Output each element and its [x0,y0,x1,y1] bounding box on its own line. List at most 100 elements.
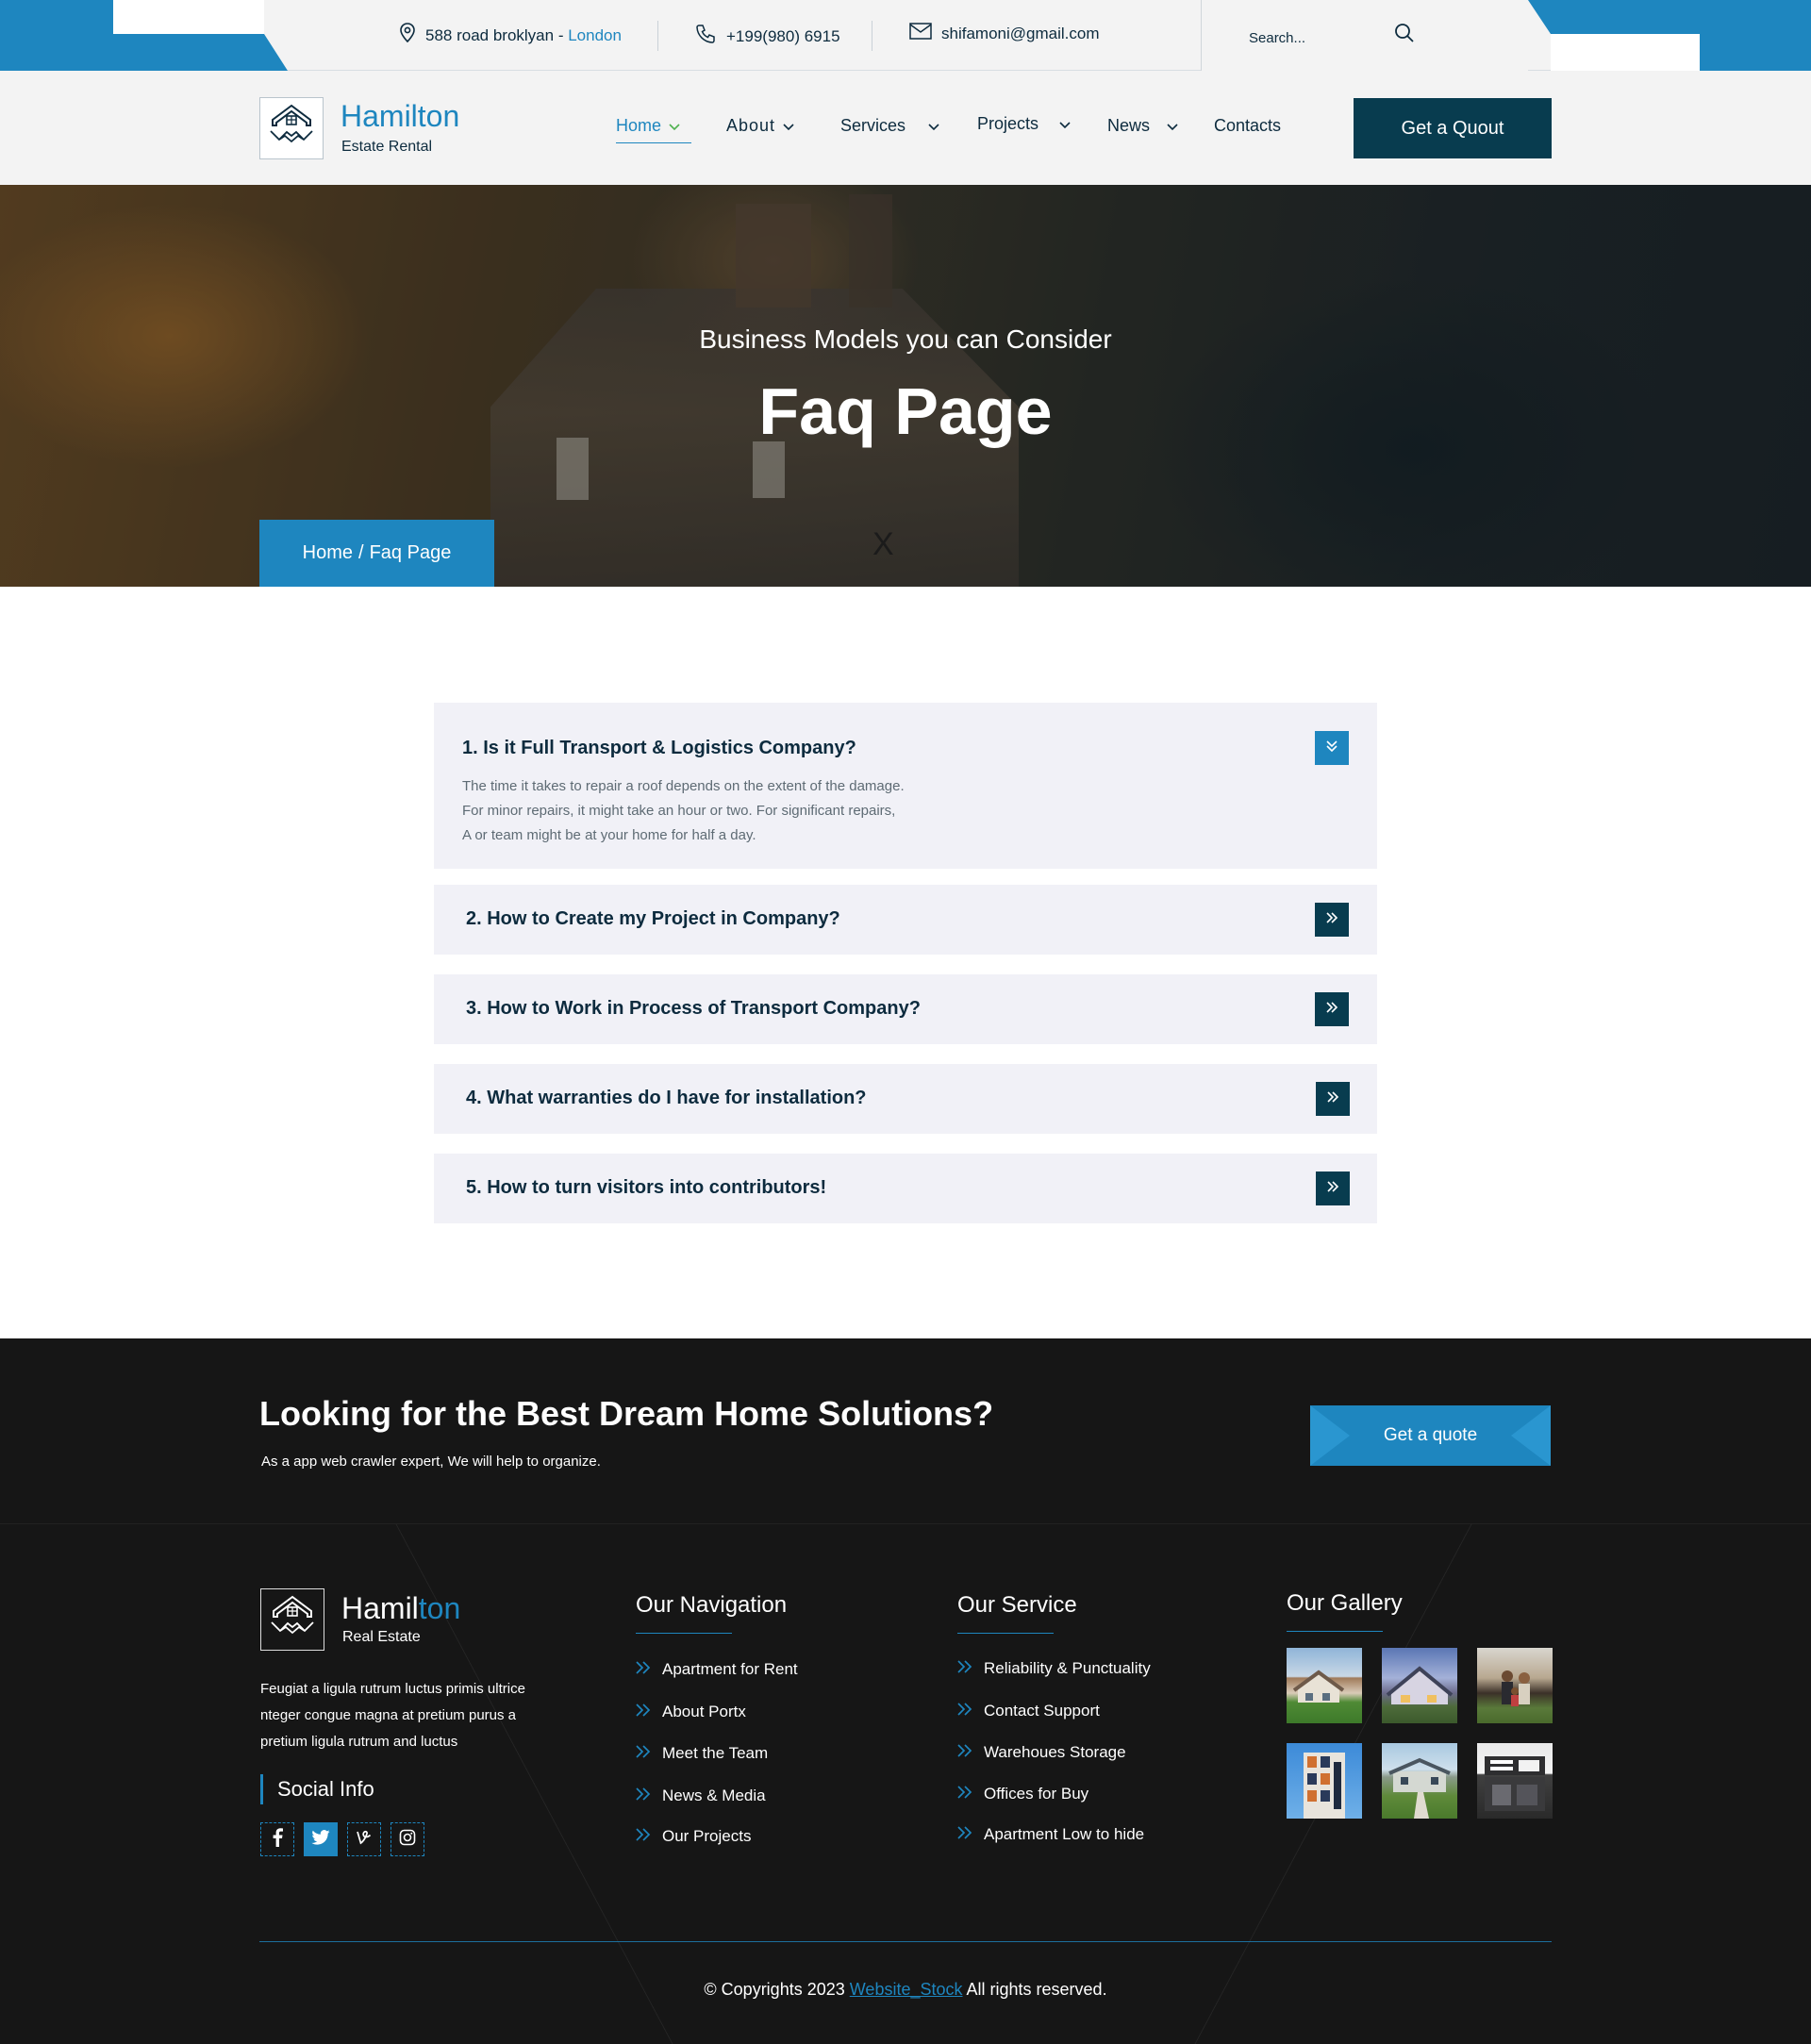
vine-icon [356,1829,373,1851]
footer-service-heading: Our Service [957,1592,1077,1618]
faq-item[interactable]: 2. How to Create my Project in Company? [434,885,1377,955]
faq-question[interactable]: 3. How to Work in Process of Transport C… [466,998,921,1020]
footer-nav-heading: Our Navigation [636,1592,788,1618]
main-header: Hamilton Estate Rental Home About Servic… [0,71,1811,185]
faq-item[interactable]: 5. How to turn visitors into contributor… [434,1154,1377,1223]
footer-service-link[interactable]: Reliability & Punctuality [957,1659,1151,1678]
nav-label: Services [840,116,906,135]
faq-item[interactable]: 1. Is it Full Transport & Logistics Comp… [434,703,1377,869]
double-chevron-right-icon [1325,1179,1340,1199]
top-right-white-shape [1551,34,1700,71]
faq-answer-line: For minor repairs, it might take an hour… [462,803,896,819]
gallery-thumbnail[interactable] [1287,1648,1362,1723]
faq-answer-line: The time it takes to repair a roof depen… [462,778,905,794]
footer-brand-tagline: Real Estate [342,1629,421,1645]
faq-item[interactable]: 4. What warranties do I have for install… [434,1064,1377,1134]
double-chevron-right-icon [636,1703,651,1721]
faq-toggle-button[interactable] [1316,1082,1350,1116]
footer-brand-name[interactable]: Hamilton [341,1591,460,1626]
phone-icon [694,23,717,50]
heading-underline [636,1633,732,1634]
footer-service-link[interactable]: Contact Support [957,1702,1100,1720]
breadcrumb-current: Faq Page [369,542,452,563]
footer-logo-mark[interactable] [260,1588,324,1651]
double-chevron-right-icon [1324,910,1339,930]
double-chevron-right-icon [957,1785,972,1803]
footer-nav-link[interactable]: Apartment for Rent [636,1660,798,1679]
top-info-bar: 588 road broklyan - London +199(980) 691… [0,0,1811,71]
phone-info[interactable]: +199(980) 6915 [694,23,840,50]
search-icon [1394,23,1415,48]
get-quote-button[interactable]: Get a Quout [1354,98,1552,158]
phone-number: +199(980) 6915 [726,26,840,45]
faq-toggle-button[interactable] [1316,1172,1350,1205]
double-chevron-right-icon [636,1660,651,1679]
breadcrumb-home-link[interactable]: Home [303,542,353,564]
nav-projects[interactable]: Projects [977,114,1071,134]
address-city: London [568,25,622,44]
footer-nav-link[interactable]: Meet the Team [636,1744,768,1763]
faq-question[interactable]: 1. Is it Full Transport & Logistics Comp… [462,738,856,759]
nav-contacts[interactable]: Contacts [1214,116,1281,136]
nav-news[interactable]: News [1107,116,1178,136]
copyright-text: © Copyrights 2023 Website_Stock All righ… [704,1980,1107,1999]
chevron-down-icon [1059,114,1071,134]
house-photo-icon [1386,1666,1454,1704]
faq-item[interactable]: 3. How to Work in Process of Transport C… [434,974,1377,1044]
breadcrumb-separator: / [358,542,364,563]
faq-question[interactable]: 2. How to Create my Project in Company? [466,908,840,930]
instagram-icon [399,1829,416,1851]
chevron-down-icon [783,116,794,136]
house-handshake-icon [267,103,316,155]
nav-label: Contacts [1214,116,1282,135]
faq-question[interactable]: 4. What warranties do I have for install… [466,1088,867,1109]
email-info[interactable]: shifamoni@gmail.com [909,23,1099,44]
breadcrumb: Home / Faq Page [259,520,494,587]
vine-link[interactable] [347,1822,381,1856]
brand-tagline: Estate Rental [341,139,433,155]
faq-toggle-button[interactable] [1315,903,1349,937]
faq-answer: The time it takes to repair a roof depen… [462,774,905,848]
search-box [1201,0,1528,71]
faq-toggle-button[interactable] [1315,731,1349,765]
brand-name[interactable]: Hamilton [341,99,459,134]
stray-x-mark: X [872,526,894,562]
footer-service-link[interactable]: Offices for Buy [957,1785,1088,1803]
gallery-thumbnail[interactable] [1477,1648,1553,1723]
footer-service-link[interactable]: Apartment Low to hide [957,1825,1144,1844]
nav-home[interactable]: Home [616,116,692,143]
gallery-thumbnail[interactable] [1382,1648,1457,1723]
gallery-thumbnail[interactable] [1382,1743,1457,1819]
faq-toggle-button[interactable] [1315,992,1349,1026]
double-chevron-right-icon [957,1825,972,1844]
facebook-icon [272,1827,283,1852]
twitter-icon [311,1829,330,1850]
double-chevron-right-icon [957,1702,972,1720]
site-footer: Looking for the Best Dream Home Solution… [0,1338,1811,2044]
twitter-link[interactable] [304,1822,338,1856]
faq-question[interactable]: 5. How to turn visitors into contributor… [466,1177,826,1199]
nav-about[interactable]: About [726,116,794,136]
copyright-link[interactable]: Website_Stock [850,1980,963,1999]
gallery-thumbnail[interactable] [1287,1743,1362,1819]
gallery-thumbnail[interactable] [1477,1743,1553,1819]
house-handshake-icon [268,1594,317,1646]
footer-service-link[interactable]: Warehoues Storage [957,1743,1126,1762]
house-photo-icon [1388,1757,1451,1819]
chevron-down-icon [1167,116,1178,136]
location-pin-icon [399,23,416,48]
footer-gallery-heading: Our Gallery [1287,1590,1403,1616]
footer-nav-link[interactable]: News & Media [636,1786,766,1805]
search-button[interactable] [1390,21,1419,49]
divider [0,1523,1811,1524]
nav-services[interactable]: Services [840,116,939,136]
instagram-link[interactable] [390,1822,424,1856]
nav-label: News [1107,116,1151,135]
mail-icon [909,23,932,44]
footer-nav-link[interactable]: Our Projects [636,1827,751,1846]
facebook-link[interactable] [260,1822,294,1856]
footer-nav-link[interactable]: About Portx [636,1703,746,1721]
get-quote-cta-button[interactable]: Get a quote [1310,1405,1551,1466]
logo-mark[interactable] [259,97,324,159]
footer-description: Feugiat a ligula rutrum luctus primis ul… [260,1681,525,1750]
